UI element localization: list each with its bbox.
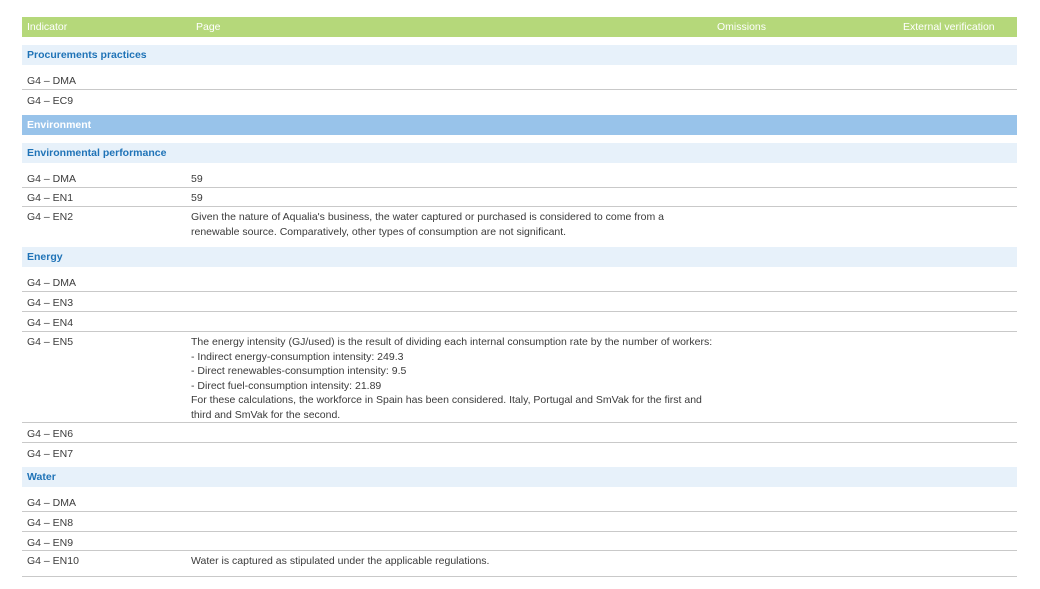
- table-header: Indicator Page Omissions External verifi…: [22, 17, 1017, 37]
- row-indicator: G4 – DMA: [27, 173, 77, 185]
- table-row: G4 – EN7: [22, 443, 1017, 463]
- section-procurement: Procurements practices: [22, 45, 1017, 65]
- table-row: G4 – EN9: [22, 532, 1017, 551]
- table-row: G4 – DMA: [22, 267, 1017, 292]
- header-omissions: Omissions: [717, 21, 767, 33]
- table-row: G4 – EN2 Given the nature of Aqualia's b…: [22, 207, 1017, 243]
- table-row: G4 – EN4: [22, 312, 1017, 332]
- row-page: Water is captured as stipulated under th…: [191, 555, 490, 567]
- row-indicator: G4 – EN6: [27, 428, 74, 440]
- row-page: [191, 496, 721, 511]
- row-page: [191, 536, 721, 550]
- table-row: G4 – DMA: [22, 65, 1017, 90]
- table-row: G4 – DMA: [22, 487, 1017, 512]
- gri-index-table: Indicator Page Omissions External verifi…: [22, 17, 1017, 577]
- row-indicator: G4 – EN1: [27, 192, 74, 204]
- row-page: 59: [191, 173, 203, 185]
- table-row: G4 – EN8: [22, 512, 1017, 532]
- row-page: [191, 427, 721, 442]
- table-row: G4 – EN10 Water is captured as stipulate…: [22, 551, 1017, 577]
- row-page: [191, 447, 721, 463]
- row-page: [191, 276, 721, 291]
- row-page: [191, 516, 721, 531]
- row-page: The energy intensity (GJ/used) is the re…: [191, 336, 713, 421]
- row-indicator: G4 – EN4: [27, 317, 74, 329]
- table-row: G4 – EN5 The energy intensity (GJ/used) …: [22, 332, 1017, 423]
- row-indicator: G4 – EN2: [27, 211, 74, 223]
- row-indicator: G4 – EC9: [27, 95, 74, 107]
- table-row: G4 – EN6: [22, 423, 1017, 443]
- table-row: G4 – EN3: [22, 292, 1017, 312]
- row-indicator: G4 – EN8: [27, 517, 74, 529]
- row-indicator: G4 – DMA: [27, 75, 77, 87]
- row-page: 59: [191, 192, 203, 204]
- header-external-verification: External verification: [903, 21, 995, 33]
- row-page: [191, 94, 721, 111]
- row-page: Given the nature of Aqualia's business, …: [191, 211, 665, 238]
- row-indicator: G4 – EN9: [27, 537, 74, 549]
- table-row: G4 – EC9: [22, 90, 1017, 111]
- row-indicator: G4 – EN7: [27, 448, 74, 460]
- row-page: [191, 296, 721, 311]
- section-environmental-performance: Environmental performance: [22, 143, 1017, 163]
- header-indicator: Indicator: [27, 21, 68, 33]
- row-indicator: G4 – DMA: [27, 497, 77, 509]
- section-energy: Energy: [22, 247, 1017, 267]
- row-indicator: G4 – EN3: [27, 297, 74, 309]
- row-page: [191, 74, 721, 89]
- table-row: G4 – EN1 59: [22, 188, 1017, 207]
- row-page: [191, 316, 721, 331]
- row-indicator: G4 – EN5: [27, 336, 74, 348]
- table-row: G4 – DMA 59: [22, 163, 1017, 188]
- section-water: Water: [22, 467, 1017, 487]
- header-page: Page: [196, 21, 221, 33]
- category-environment: Environment: [22, 115, 1017, 135]
- row-indicator: G4 – EN10: [27, 555, 79, 567]
- row-indicator: G4 – DMA: [27, 277, 77, 289]
